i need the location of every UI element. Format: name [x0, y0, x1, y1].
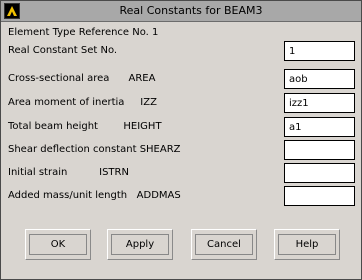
real-constant-set-label: Real Constant Set No. [8, 45, 118, 56]
shearz-input[interactable] [284, 140, 355, 160]
window-title: Real Constants for BEAM3 [119, 4, 263, 17]
real-constant-set-input[interactable] [284, 41, 355, 61]
addmas-input[interactable] [284, 186, 355, 206]
ok-button[interactable]: OK [29, 234, 87, 255]
addmas-label: Added mass/unit length ADDMAS [8, 190, 181, 201]
area-label: Cross-sectional area AREA [8, 73, 156, 84]
ok-button-frame: OK [25, 229, 91, 260]
cancel-button-frame: Cancel [191, 229, 257, 260]
title-bar[interactable]: Real Constants for BEAM3 [1, 1, 361, 22]
dialog-window: Real Constants for BEAM3 Element Type Re… [0, 0, 362, 280]
button-row: OK Apply Cancel Help [1, 229, 362, 265]
help-button[interactable]: Help [278, 234, 336, 255]
height-label: Total beam height HEIGHT [8, 121, 162, 132]
apply-button[interactable]: Apply [111, 234, 169, 255]
help-button-frame: Help [274, 229, 340, 260]
height-input[interactable] [284, 117, 355, 137]
area-input[interactable] [284, 69, 355, 89]
istrn-input[interactable] [284, 163, 355, 183]
element-type-reference: Element Type Reference No. 1 [8, 27, 159, 38]
istrn-label: Initial strain ISTRN [8, 167, 129, 178]
apply-button-frame: Apply [107, 229, 173, 260]
cancel-button[interactable]: Cancel [195, 234, 253, 255]
izz-label: Area moment of inertia IZZ [8, 97, 157, 108]
shearz-label: Shear deflection constant SHEARZ [8, 144, 181, 155]
izz-input[interactable] [284, 93, 355, 113]
